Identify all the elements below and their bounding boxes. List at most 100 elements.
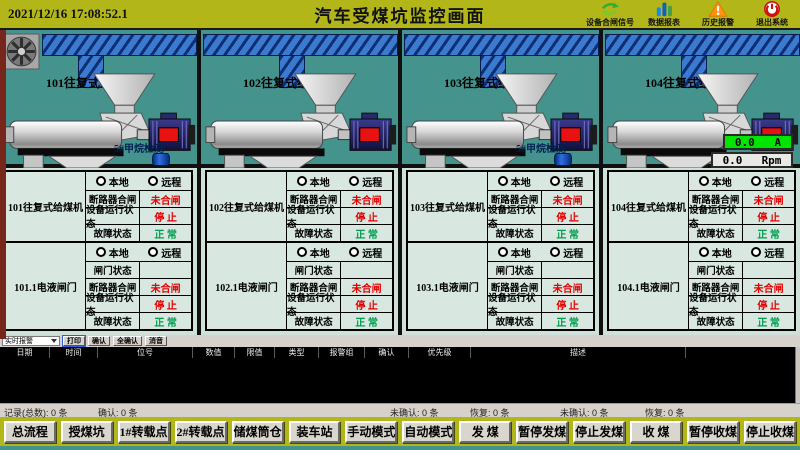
local-label: 本地 <box>310 174 330 189</box>
mute-button[interactable]: 消音 <box>145 336 167 346</box>
local-radio[interactable]: 本地 <box>699 245 732 260</box>
radio-circle-icon <box>751 176 761 186</box>
action-label: 退出系统 <box>756 17 788 28</box>
scada-screen: 2021/12/16 17:08:52.1 汽车受煤坑监控画面 设备合闸信号 数… <box>0 0 800 450</box>
nav-overview-button[interactable]: 总流程 <box>4 421 56 443</box>
nav-pause-receive-button[interactable]: 暂停收煤 <box>687 421 739 443</box>
alarm-filter-select[interactable]: 实时报警 <box>2 336 60 346</box>
nav-transfer-point-1-button[interactable]: 1#转载点 <box>118 421 170 443</box>
control-column-103: 103往复式给煤机 本地 远程 断路器合闸未合闸 设备运行状态停 止 故障状态正… <box>402 168 603 335</box>
breaker-value: 未合闸 <box>542 191 593 207</box>
local-label: 本地 <box>310 245 330 260</box>
coal-feeder-graphic <box>203 70 399 168</box>
remote-label: 远程 <box>563 174 583 189</box>
local-label: 本地 <box>712 174 732 189</box>
print-button[interactable]: 打印 <box>63 336 85 346</box>
radio-circle-icon <box>699 176 709 186</box>
fault-state-value: 正 常 <box>341 313 392 329</box>
local-label: 本地 <box>712 245 732 260</box>
ack-button[interactable]: 确认 <box>88 336 110 346</box>
local-radio[interactable]: 本地 <box>297 245 330 260</box>
data-report-button[interactable]: 数据报表 <box>641 1 687 28</box>
remote-radio[interactable]: 远程 <box>349 245 382 260</box>
fault-state-value: 正 常 <box>743 313 794 329</box>
remote-radio[interactable]: 远程 <box>349 174 382 189</box>
run-state-value: 停 止 <box>542 208 593 224</box>
remote-radio[interactable]: 远程 <box>550 174 583 189</box>
device-name: 101.1电液闸门 <box>6 243 86 329</box>
radio-circle-icon <box>498 247 508 257</box>
methane-sensor-icon <box>554 153 572 166</box>
alarm-list[interactable] <box>0 358 800 403</box>
radio-circle-icon <box>349 247 359 257</box>
breaker-value: 未合闸 <box>743 279 794 295</box>
local-radio[interactable]: 本地 <box>498 245 531 260</box>
nav-coal-silo-button[interactable]: 储煤筒仓 <box>232 421 284 443</box>
local-radio[interactable]: 本地 <box>498 174 531 189</box>
col-header-time: 时间 <box>50 347 98 358</box>
history-alarm-button[interactable]: 历史报警 <box>695 1 741 28</box>
unack-count-2: 未确认: 0 条 <box>560 406 609 419</box>
fault-state-label: 故障状态 <box>287 313 341 329</box>
fault-state-label: 故障状态 <box>488 313 542 329</box>
local-radio[interactable]: 本地 <box>96 245 129 260</box>
nav-coal-pit-button[interactable]: 授煤坑 <box>61 421 113 443</box>
fan-icon <box>3 33 40 70</box>
nav-send-coal-button[interactable]: 发 煤 <box>459 421 511 443</box>
nav-receive-coal-button[interactable]: 收 煤 <box>630 421 682 443</box>
fault-state-value: 正 常 <box>140 225 191 241</box>
nav-stop-send-button[interactable]: 停止发煤 <box>573 421 625 443</box>
alarm-scrollbar[interactable] <box>795 347 800 403</box>
fault-state-label: 故障状态 <box>689 313 743 329</box>
ack-all-button[interactable]: 全确认 <box>113 336 142 346</box>
device-name: 103往复式给煤机 <box>408 172 488 241</box>
bottom-navbar: 总流程 授煤坑 1#转载点 2#转载点 储煤筒仓 装车站 手动模式 自动模式 发… <box>0 417 800 446</box>
nav-loading-station-button[interactable]: 装车站 <box>289 421 341 443</box>
local-radio[interactable]: 本地 <box>297 174 330 189</box>
ceiling-beam <box>404 34 599 56</box>
machine-panel-101: 101往复式给煤机 <box>0 30 201 164</box>
remote-label: 远程 <box>362 245 382 260</box>
restore-count-2: 恢复: 0 条 <box>645 406 685 419</box>
power-icon <box>761 1 783 17</box>
radio-circle-icon <box>96 176 106 186</box>
nav-pause-send-button[interactable]: 暂停发煤 <box>516 421 568 443</box>
page-title: 汽车受煤坑监控画面 <box>315 2 486 27</box>
control-column-101: 101往复式给煤机 本地 远程 断路器合闸未合闸 设备运行状态停 止 故障状态正… <box>0 168 201 335</box>
remote-radio[interactable]: 远程 <box>751 245 784 260</box>
record-count: 记录(总数): 0 条 <box>4 406 68 419</box>
radio-circle-icon <box>550 176 560 186</box>
nav-stop-receive-button[interactable]: 停止收煤 <box>744 421 796 443</box>
left-edge-strip <box>0 30 6 339</box>
gate-state-label: 闸门状态 <box>488 262 542 278</box>
gate-state-label: 闸门状态 <box>287 262 341 278</box>
nav-manual-mode-button[interactable]: 手动模式 <box>345 421 397 443</box>
fault-state-label: 故障状态 <box>86 313 140 329</box>
radio-circle-icon <box>148 247 158 257</box>
local-radio[interactable]: 本地 <box>699 174 732 189</box>
nav-auto-mode-button[interactable]: 自动模式 <box>402 421 454 443</box>
run-state-value: 停 止 <box>743 208 794 224</box>
local-radio[interactable]: 本地 <box>96 174 129 189</box>
exit-system-button[interactable]: 退出系统 <box>749 1 795 28</box>
speed-value: 0.0 <box>723 154 743 167</box>
run-state-label: 设备运行状态 <box>488 296 542 312</box>
col-header-limit: 限值 <box>235 347 275 358</box>
gate-state-value <box>743 262 794 278</box>
run-state-label: 设备运行状态 <box>488 208 542 224</box>
control-tables-row: 101往复式给煤机 本地 远程 断路器合闸未合闸 设备运行状态停 止 故障状态正… <box>0 168 800 335</box>
remote-radio[interactable]: 远程 <box>550 245 583 260</box>
breaker-value: 未合闸 <box>743 191 794 207</box>
run-state-value: 停 止 <box>542 296 593 312</box>
radio-circle-icon <box>550 247 560 257</box>
remote-radio[interactable]: 远程 <box>148 174 181 189</box>
warning-triangle-icon <box>707 1 729 17</box>
methane-sensor-icon <box>152 153 170 166</box>
ceiling-beam <box>605 34 800 56</box>
remote-radio[interactable]: 远程 <box>751 174 784 189</box>
remote-radio[interactable]: 远程 <box>148 245 181 260</box>
device-closing-signal-button[interactable]: 设备合闸信号 <box>587 1 633 28</box>
nav-transfer-point-2-button[interactable]: 2#转载点 <box>175 421 227 443</box>
machine-panel-102: 102往复式给煤机 <box>201 30 402 164</box>
breaker-value: 未合闸 <box>140 191 191 207</box>
